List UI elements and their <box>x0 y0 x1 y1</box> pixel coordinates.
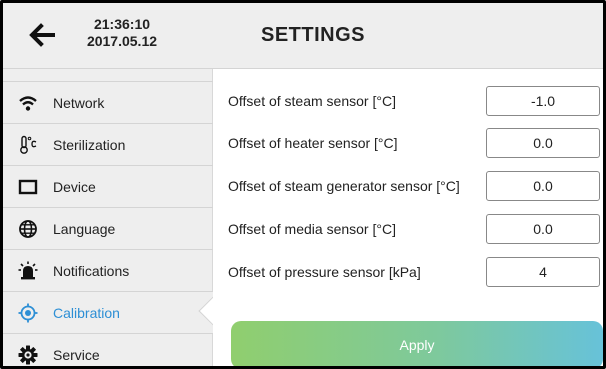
field-label: Offset of steam generator sensor [°C] <box>228 178 460 194</box>
crosshair-icon <box>18 303 38 323</box>
pressure-sensor-offset-field[interactable]: 4 <box>486 257 600 287</box>
sidebar-item-label: Device <box>53 178 96 195</box>
clock-date: 2017.05.12 <box>86 33 158 49</box>
steam-sensor-offset-field[interactable]: -1.0 <box>486 86 600 116</box>
sidebar-item-label: Notifications <box>53 262 130 279</box>
media-sensor-offset-field[interactable]: 0.0 <box>486 214 600 244</box>
apply-button[interactable]: Apply <box>231 321 603 366</box>
field-label: Offset of steam sensor [°C] <box>228 93 396 109</box>
field-label: Offset of media sensor [°C] <box>228 221 396 237</box>
media-sensor-offset-row: Offset of media sensor [°C] 0.0 <box>213 208 603 250</box>
field-label: Offset of pressure sensor [kPa] <box>228 264 421 280</box>
page-title: SETTINGS <box>261 24 366 46</box>
thermometer-icon <box>18 135 38 155</box>
steam-sensor-offset-row: Offset of steam sensor [°C] -1.0 <box>213 80 603 122</box>
pressure-sensor-offset-row: Offset of pressure sensor [kPa] 4 <box>213 251 603 293</box>
sidebar-item-network[interactable]: Network <box>3 81 213 123</box>
datetime: 21:36:10 2017.05.12 <box>67 16 177 50</box>
sidebar-item-calibration[interactable]: Calibration <box>3 291 213 333</box>
sidebar-item-language[interactable]: Language <box>3 207 213 249</box>
sidebar-item-label: Sterilization <box>53 136 126 153</box>
heater-sensor-offset-row: Offset of heater sensor [°C] 0.0 <box>213 122 603 164</box>
sidebar-item-label: Network <box>53 94 105 111</box>
sidebar-item-label: Language <box>53 220 116 237</box>
alarm-icon <box>18 261 38 281</box>
wifi-icon <box>18 93 38 113</box>
sidebar-item-notifications[interactable]: Notifications <box>3 249 213 291</box>
sidebar-item-label: Service <box>53 346 100 363</box>
globe-icon <box>18 219 38 239</box>
steam-generator-sensor-offset-field[interactable]: 0.0 <box>486 171 600 201</box>
heater-sensor-offset-field[interactable]: 0.0 <box>486 128 600 158</box>
sidebar-item-sterilization[interactable]: Sterilization <box>3 123 213 165</box>
header-bar: 21:36:10 2017.05.12 SETTINGS <box>3 3 603 69</box>
sidebar-item-device[interactable]: Device <box>3 165 213 207</box>
arrow-left-icon[interactable] <box>27 21 55 49</box>
sidebar-item-label: Calibration <box>53 304 120 321</box>
gear-icon <box>18 345 38 365</box>
field-label: Offset of heater sensor [°C] <box>228 135 398 151</box>
steam-generator-sensor-offset-row: Offset of steam generator sensor [°C] 0.… <box>213 165 603 207</box>
settings-screen: 21:36:10 2017.05.12 SETTINGS Network Ste… <box>0 0 606 369</box>
clock-time: 21:36:10 <box>93 16 151 32</box>
sidebar: Network Sterilization Device Language No… <box>3 69 213 366</box>
sidebar-item-service[interactable]: Service <box>3 333 213 366</box>
device-icon <box>18 177 38 197</box>
